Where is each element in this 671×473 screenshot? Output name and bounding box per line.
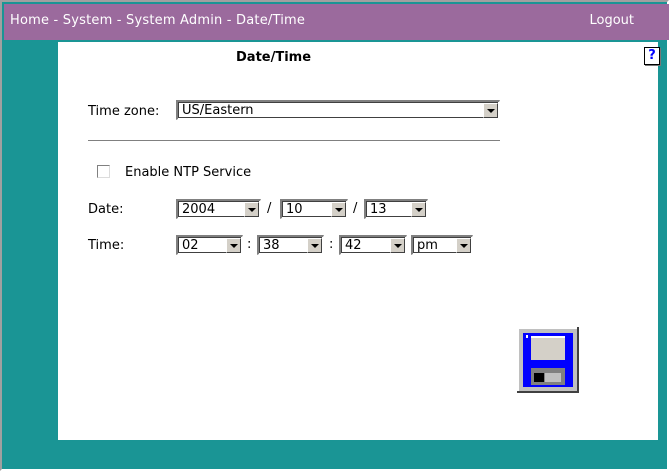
content-panel: Date/Time ? Time zone: US/Eastern Enable… xyxy=(58,42,660,440)
save-button[interactable] xyxy=(517,327,579,393)
chevron-down-icon xyxy=(411,202,426,217)
chevron-down-icon xyxy=(456,238,471,253)
time-ampm-select[interactable]: pm xyxy=(411,235,473,255)
timezone-select[interactable]: US/Eastern xyxy=(176,100,500,120)
page-title: Date/Time xyxy=(236,50,312,65)
breadcrumb-system-admin[interactable]: System Admin xyxy=(126,13,222,28)
time-separator: : xyxy=(247,237,252,252)
time-minute-value: 38 xyxy=(263,238,280,253)
breadcrumb-current: Date/Time xyxy=(236,13,306,28)
breadcrumb-home[interactable]: Home xyxy=(10,13,49,28)
date-separator: / xyxy=(267,201,272,216)
ntp-checkbox[interactable] xyxy=(97,165,110,178)
chevron-down-icon xyxy=(307,238,322,253)
chevron-down-icon xyxy=(244,202,259,217)
time-hour-select[interactable]: 02 xyxy=(176,235,243,255)
breadcrumb-separator: - xyxy=(222,13,237,28)
help-icon[interactable]: ? xyxy=(644,47,660,65)
time-label: Time: xyxy=(88,238,125,253)
timezone-label: Time zone: xyxy=(88,104,160,119)
chevron-down-icon xyxy=(390,238,405,253)
date-separator: / xyxy=(353,201,358,216)
floppy-disk-icon xyxy=(517,327,579,393)
ntp-label: Enable NTP Service xyxy=(125,165,252,180)
date-label: Date: xyxy=(88,202,124,217)
breadcrumb: Home - System - System Admin - Date/Time xyxy=(10,13,305,28)
chevron-down-icon xyxy=(226,238,241,253)
time-separator: : xyxy=(329,237,334,252)
date-month-select[interactable]: 10 xyxy=(280,199,348,219)
date-year-select[interactable]: 2004 xyxy=(176,199,261,219)
chevron-down-icon xyxy=(483,103,498,118)
breadcrumb-system[interactable]: System xyxy=(63,13,113,28)
time-ampm-value: pm xyxy=(417,238,438,253)
date-year-value: 2004 xyxy=(182,202,216,217)
date-day-value: 13 xyxy=(370,202,387,217)
app-frame: Home - System - System Admin - Date/Time… xyxy=(0,0,669,471)
timezone-value: US/Eastern xyxy=(182,103,254,118)
date-month-value: 10 xyxy=(286,202,303,217)
chevron-down-icon xyxy=(331,202,346,217)
divider xyxy=(88,140,500,142)
date-day-select[interactable]: 13 xyxy=(364,199,428,219)
logout-link[interactable]: Logout xyxy=(589,13,634,28)
breadcrumb-separator: - xyxy=(112,13,127,28)
time-second-select[interactable]: 42 xyxy=(339,235,407,255)
time-second-value: 42 xyxy=(345,238,362,253)
time-minute-select[interactable]: 38 xyxy=(257,235,324,255)
breadcrumb-separator: - xyxy=(49,13,63,28)
time-hour-value: 02 xyxy=(182,238,199,253)
top-bar: Home - System - System Admin - Date/Time… xyxy=(4,4,669,40)
